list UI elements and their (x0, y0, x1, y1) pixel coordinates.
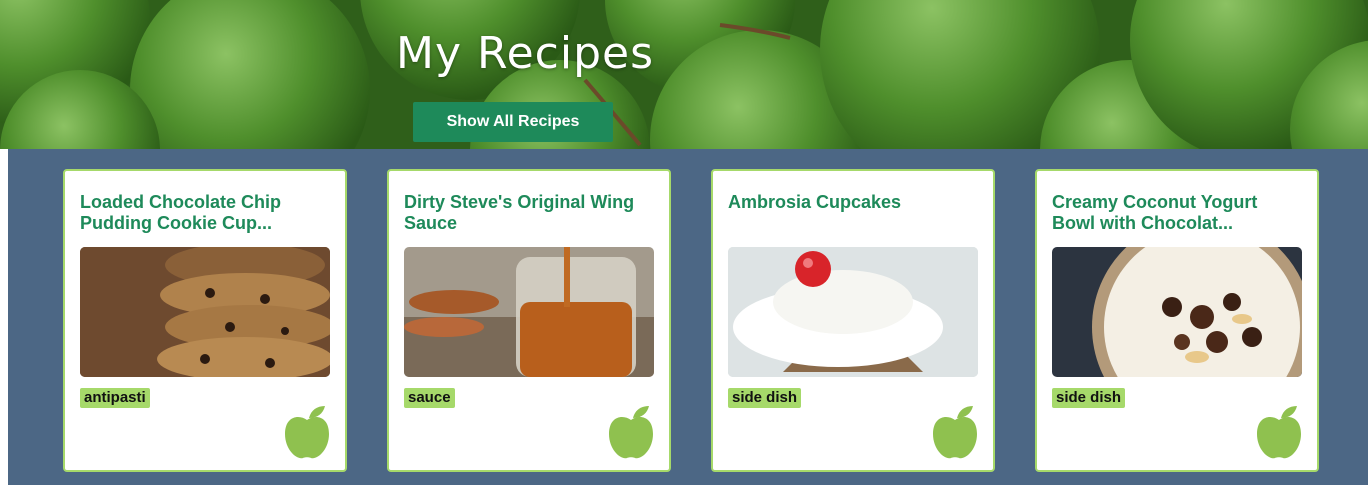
recipe-title[interactable]: Loaded Chocolate Chip Pudding Cookie Cup… (80, 192, 330, 234)
recipe-image[interactable] (404, 247, 654, 377)
recipe-title[interactable]: Ambrosia Cupcakes (728, 192, 978, 213)
recipe-card[interactable]: Creamy Coconut Yogurt Bowl with Chocolat… (1035, 169, 1319, 472)
apple-icon[interactable] (931, 406, 979, 460)
apple-icon[interactable] (607, 406, 655, 460)
recipe-image[interactable] (1052, 247, 1302, 377)
recipe-title[interactable]: Dirty Steve's Original Wing Sauce (404, 192, 654, 234)
page-title: My Recipes (396, 28, 654, 79)
recipe-card[interactable]: Loaded Chocolate Chip Pudding Cookie Cup… (63, 169, 347, 472)
recipe-title[interactable]: Creamy Coconut Yogurt Bowl with Chocolat… (1052, 192, 1302, 234)
recipe-tag: side dish (728, 388, 802, 408)
show-all-recipes-button[interactable]: Show All Recipes (413, 102, 613, 142)
recipe-tag: antipasti (80, 388, 150, 408)
recipe-tag: side dish (1052, 388, 1126, 408)
hero-banner: My Recipes Show All Recipes (0, 0, 1368, 149)
recipe-card[interactable]: Ambrosia Cupcakes side dish (711, 169, 995, 472)
recipe-card[interactable]: Dirty Steve's Original Wing Sauce sauce (387, 169, 671, 472)
apples-background-image (0, 0, 1368, 149)
recipe-image[interactable] (80, 247, 330, 377)
left-divider (0, 149, 8, 485)
apple-icon[interactable] (283, 406, 331, 460)
recipe-tag: sauce (404, 388, 455, 408)
apple-icon[interactable] (1255, 406, 1303, 460)
recipe-image[interactable] (728, 247, 978, 377)
